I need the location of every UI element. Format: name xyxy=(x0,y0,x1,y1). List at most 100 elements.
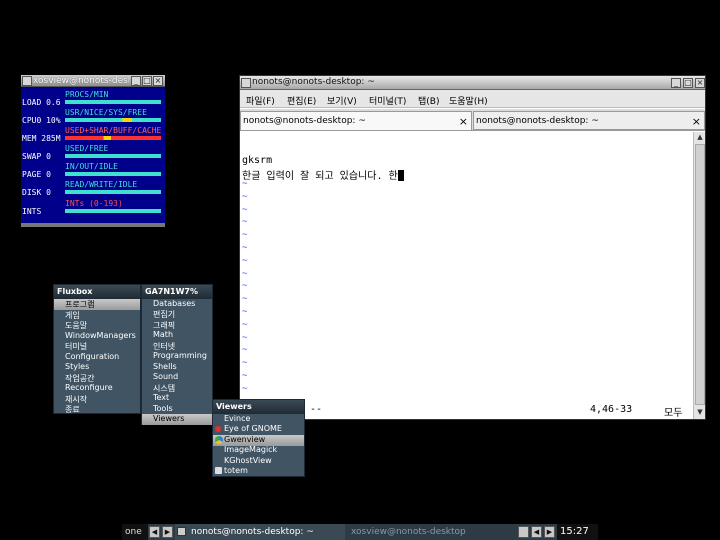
workspace-name[interactable]: one xyxy=(122,524,148,540)
load-legend: PROCS/MIN xyxy=(65,90,109,99)
menu-item-totem[interactable]: totem xyxy=(213,466,304,477)
menu-item-label: Text xyxy=(153,393,170,402)
task-xosview[interactable]: xosview@nonots-desktop xyxy=(346,524,516,540)
mem-bar xyxy=(65,136,161,140)
window-menu-icon[interactable] xyxy=(22,76,32,86)
page-bar xyxy=(65,172,161,176)
window-menu-icon[interactable] xyxy=(241,78,251,88)
next-workspace-icon[interactable]: ▶ xyxy=(162,526,173,538)
ints-label: INTS xyxy=(22,207,42,216)
menu-help[interactable]: 도움말(H) xyxy=(449,94,488,107)
menu-item-label: Sound xyxy=(153,372,179,381)
terminal-icon xyxy=(177,527,186,536)
scroll-thumb[interactable] xyxy=(695,144,705,405)
menu-item-label: 터미널 xyxy=(65,342,88,351)
menu-item-label: Programming xyxy=(153,351,207,360)
menu-item-programs[interactable]: 프로그램 xyxy=(54,299,140,310)
workspace-label: one xyxy=(125,527,142,537)
menu-view[interactable]: 보기(V) xyxy=(327,94,357,107)
prev-workspace-icon[interactable]: ◀ xyxy=(149,526,160,538)
empty-line-tilde: ~ xyxy=(242,307,248,317)
menu-item-label: 프로그램 xyxy=(65,300,95,309)
xosview-load-row: LOAD 0.6 PROCS/MIN xyxy=(21,90,165,108)
menu-item-editors[interactable]: 편집기 xyxy=(142,309,212,320)
terminal-menubar: 파일(F) 편집(E) 보기(V) 터미널(T) 탭(B) 도움말(H) xyxy=(240,90,705,108)
menu-title: GA7N1W7% xyxy=(142,285,212,299)
fluxbox-menu: Fluxbox 프로그램 게임 도움말 WindowManagers 터미널 C… xyxy=(53,284,141,414)
clock-label: 15:27 xyxy=(560,526,589,537)
xosview-page-row: PAGE 0 IN/OUT/IDLE xyxy=(21,162,165,180)
tray-icon[interactable] xyxy=(518,526,529,538)
totem-icon xyxy=(215,467,222,474)
swap-bar xyxy=(65,154,161,158)
viewers-submenu: Viewers Evince Eye of GNOME Gwenview Ima… xyxy=(212,399,305,477)
menu-item-styles[interactable]: Styles xyxy=(54,362,140,373)
xosview-titlebar[interactable]: xosview@nonots-desktop _ □ × xyxy=(21,75,165,87)
terminal-titlebar[interactable]: nonots@nonots-desktop: ~ _ □ × xyxy=(240,76,705,90)
menu-item-label: Tools xyxy=(153,404,173,413)
tab-close-icon[interactable]: × xyxy=(692,115,701,128)
xosview-mem-row: MEM 285M USED+SHAR/BUFF/CACHE xyxy=(21,126,165,144)
disk-bar xyxy=(65,190,161,194)
tab-2[interactable]: nonots@nonots-desktop: ~ × xyxy=(473,111,705,130)
menu-item-text[interactable]: Text xyxy=(142,393,212,404)
menu-item-label: Reconfigure xyxy=(65,383,113,392)
menu-item-viewers[interactable]: Viewers xyxy=(142,414,212,425)
menu-item-programming[interactable]: Programming xyxy=(142,351,212,362)
next-window-icon[interactable]: ▶ xyxy=(544,526,555,538)
empty-line-tilde: ~ xyxy=(242,358,248,369)
load-bar xyxy=(65,100,161,104)
menu-tabs[interactable]: 탭(B) xyxy=(418,94,439,107)
menu-item-help[interactable]: 도움말 xyxy=(54,320,140,331)
menu-item-exit[interactable]: 종료 xyxy=(54,404,140,415)
window-title: xosview@nonots-desktop xyxy=(33,76,129,86)
task-label: nonots@nonots-desktop: ~ xyxy=(191,527,314,537)
terminal-content[interactable]: gksrm 한글 입력이 잘 되고 있습니다. 한 ~ ~ ~ ~ ~ ~ ~ ~ ~ ~ ~ ~ ~ ~… xyxy=(240,132,694,419)
gwenview-icon xyxy=(215,436,223,444)
close-icon[interactable]: × xyxy=(695,78,705,88)
menu-file[interactable]: 파일(F) xyxy=(246,94,275,107)
menu-item-eog[interactable]: Eye of GNOME xyxy=(213,424,304,435)
menu-edit[interactable]: 편집(E) xyxy=(287,94,316,107)
tab-close-icon[interactable]: × xyxy=(459,115,468,128)
empty-line-tilde: ~ xyxy=(242,332,248,343)
empty-line-tilde: ~ xyxy=(242,191,248,202)
disk-label: DISK 0 xyxy=(22,188,51,197)
maximize-icon[interactable]: □ xyxy=(683,78,693,88)
terminal-window: nonots@nonots-desktop: ~ _ □ × 파일(F) 편집(… xyxy=(239,75,706,420)
ints-legend: INTs (0-193) xyxy=(65,199,123,208)
tab-label: nonots@nonots-desktop: ~ xyxy=(476,116,599,126)
menu-item-label: 종료 xyxy=(65,405,80,414)
scroll-up-icon[interactable]: ▲ xyxy=(695,133,705,143)
disk-legend: READ/WRITE/IDLE xyxy=(65,180,138,189)
menu-item-label: Eye of GNOME xyxy=(224,424,282,433)
empty-line-tilde: ~ xyxy=(242,179,248,189)
status-mode: -- xyxy=(310,404,323,415)
menu-item-terminal[interactable]: 터미널 xyxy=(54,341,140,352)
minimize-icon[interactable]: _ xyxy=(131,76,141,86)
menu-item-label: Configuration xyxy=(65,352,120,361)
xosview-bottom-border xyxy=(21,223,165,227)
menu-item-sound[interactable]: Sound xyxy=(142,372,212,383)
xosview-disk-row: DISK 0 READ/WRITE/IDLE xyxy=(21,180,165,198)
tab-1[interactable]: nonots@nonots-desktop: ~ × xyxy=(240,111,472,130)
xosview-window: xosview@nonots-desktop _ □ × LOAD 0.6 PR… xyxy=(21,75,165,227)
terminal-scrollbar[interactable]: ▲ ▼ xyxy=(693,132,705,419)
taskbar: one ◀ ▶ nonots@nonots-desktop: ~ xosview… xyxy=(122,524,598,540)
empty-line-tilde: ~ xyxy=(242,345,248,356)
maximize-icon[interactable]: □ xyxy=(142,76,152,86)
prev-window-icon[interactable]: ◀ xyxy=(531,526,542,538)
close-icon[interactable]: × xyxy=(153,76,163,86)
terminal-tabbar: nonots@nonots-desktop: ~ × nonots@nonots… xyxy=(240,109,705,131)
text-line: gksrm xyxy=(242,155,273,166)
menu-title: Viewers xyxy=(213,400,304,414)
eog-icon xyxy=(215,426,221,432)
menu-terminal[interactable]: 터미널(T) xyxy=(369,94,406,107)
menu-item-imagemagick[interactable]: ImageMagick xyxy=(213,445,304,456)
scroll-down-icon[interactable]: ▼ xyxy=(695,408,705,418)
minimize-icon[interactable]: _ xyxy=(671,78,681,88)
task-terminal[interactable]: nonots@nonots-desktop: ~ xyxy=(175,524,345,540)
menu-item-label: Gwenview xyxy=(224,435,266,444)
menu-item-reconfigure[interactable]: Reconfigure xyxy=(54,383,140,394)
menu-item-math[interactable]: Math xyxy=(142,330,212,341)
